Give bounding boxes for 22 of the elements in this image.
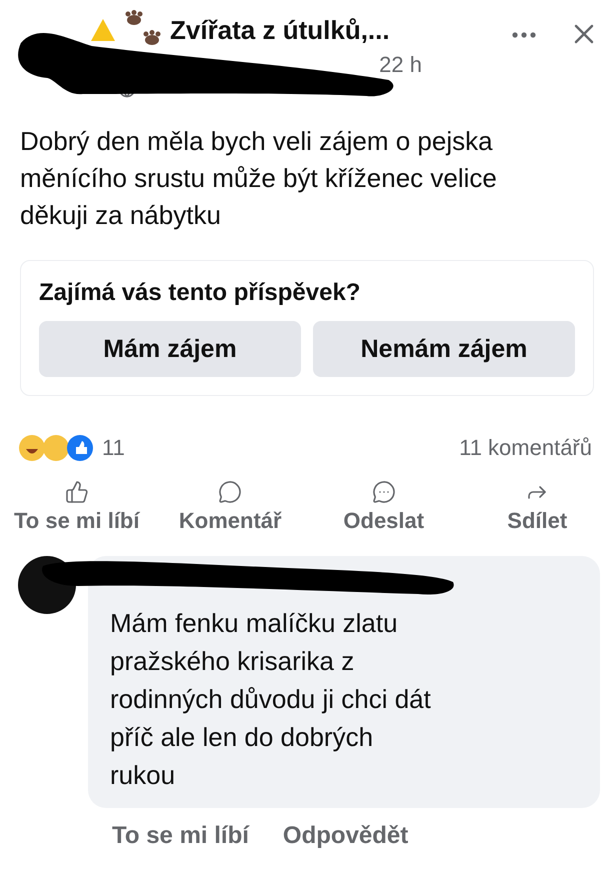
more-button[interactable] xyxy=(512,32,536,38)
reactions-icon xyxy=(18,434,96,462)
comment-icon xyxy=(218,480,242,504)
warning-icon xyxy=(90,18,116,42)
post-time: 22 h xyxy=(379,52,422,78)
interest-question: Zajímá vás tento příspěvek? xyxy=(39,279,362,307)
interest-button[interactable]: Nemám zájem xyxy=(313,321,575,377)
share-button[interactable]: Sdílet xyxy=(460,480,614,534)
send-button[interactable]: Odeslat xyxy=(307,480,460,534)
like-link[interactable]: To se mi líbí xyxy=(112,822,249,850)
comment-button[interactable]: Komentář xyxy=(154,480,307,534)
more-icon xyxy=(512,32,536,38)
reaction-count[interactable]: 11 xyxy=(102,435,125,461)
interest-button[interactable]: Mám zájem xyxy=(39,321,301,377)
comment-text: Mám fenku malíčku zlatu pražského krisarika z rodinných důvodu ji chci dát příč ale len do dobrých rukou xyxy=(110,607,432,792)
post-text: Dobrý den měla bych veli zájem o pejska měnícího srustu může být kříženec velice děkuji za nábytku xyxy=(20,125,498,232)
like-icon xyxy=(64,480,89,504)
like-button[interactable]: To se mi líbí xyxy=(0,480,154,534)
group-name[interactable]: Zvířata z útulků,... xyxy=(170,14,390,46)
reply-link[interactable]: Odpovědět xyxy=(282,822,408,850)
comment-count[interactable]: 11 komentářů xyxy=(459,435,592,461)
messenger-icon xyxy=(372,480,396,504)
